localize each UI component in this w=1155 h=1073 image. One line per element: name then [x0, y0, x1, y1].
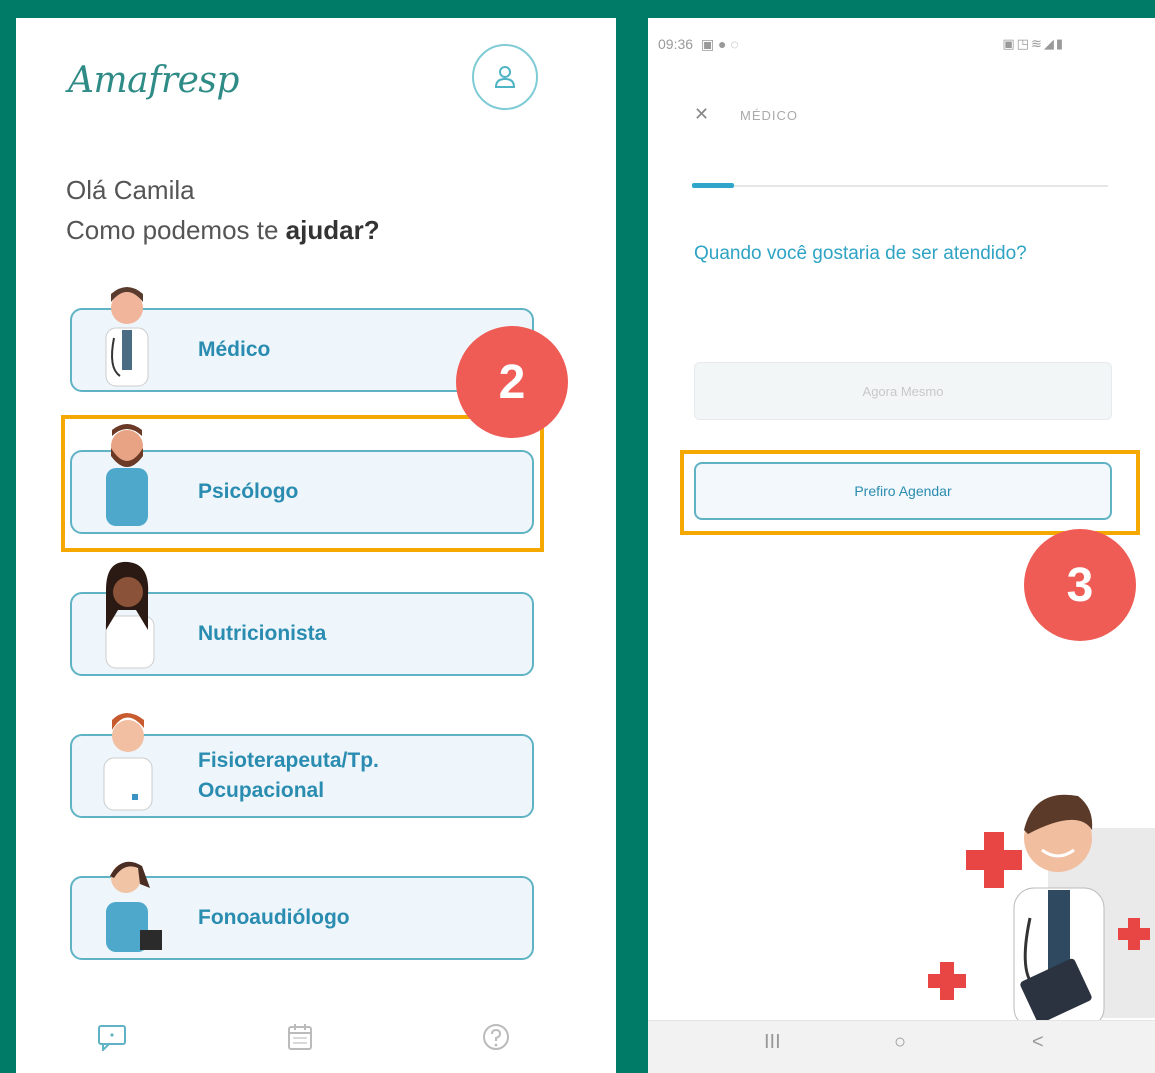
nav-calendar[interactable]: [280, 1017, 320, 1057]
help-icon: [483, 1024, 509, 1050]
nav-chat[interactable]: [92, 1017, 132, 1057]
step-3-badge: 3: [1024, 529, 1136, 641]
service-label: Nutricionista: [198, 622, 327, 645]
nutritionist-avatar-icon: [105, 561, 155, 669]
status-time: 09:36 ▣ ● ◌: [658, 36, 739, 52]
app-logo: Amafresp: [68, 60, 239, 101]
speech-therapist-avatar-icon: [106, 861, 162, 952]
home-button[interactable]: ○: [894, 1031, 906, 1054]
calendar-icon: [288, 1024, 312, 1050]
profile-button[interactable]: [472, 44, 538, 110]
progress-fill: [692, 183, 734, 188]
service-card-fonoaudiologo[interactable]: Fonoaudiólogo: [70, 861, 534, 960]
service-card-fisioterapeuta[interactable]: Fisioterapeuta/Tp. Ocupacional: [70, 713, 534, 818]
doctor-illustration: [928, 794, 1155, 1028]
bottom-navigation: [16, 1003, 616, 1073]
system-navigation-bar: III ○ <: [648, 1020, 1155, 1073]
step-2-badge: 2: [456, 326, 568, 438]
doctor-avatar-icon: [105, 287, 149, 387]
service-label: Fisioterapeuta/Tp. Ocupacional: [198, 749, 379, 802]
nav-help[interactable]: [476, 1017, 516, 1057]
greeting: Olá Camila Como podemos te ajudar?: [66, 175, 380, 245]
close-button[interactable]: ✕: [694, 104, 709, 125]
question-text: Quando você gostaria de ser atendido?: [694, 243, 1027, 264]
highlight-schedule: [680, 450, 1140, 535]
status-icons-left: ▣ ● ◌: [700, 36, 739, 52]
status-icons-right: ▣◳≋◢▮: [1002, 36, 1065, 51]
service-label: Médico: [198, 338, 271, 361]
screen-title: MÉDICO: [740, 108, 798, 123]
highlight-psicologo: [61, 415, 544, 552]
now-button[interactable]: Agora Mesmo: [694, 362, 1112, 420]
chat-icon: [98, 1025, 126, 1051]
recent-apps-button[interactable]: III: [764, 1031, 781, 1054]
service-card-nutricionista[interactable]: Nutricionista: [70, 561, 534, 676]
user-icon: [494, 66, 516, 88]
physio-avatar-icon: [103, 713, 153, 811]
service-label: Fonoaudiólogo: [198, 906, 350, 929]
back-button[interactable]: <: [1032, 1031, 1044, 1054]
progress-bar: [692, 183, 1108, 188]
